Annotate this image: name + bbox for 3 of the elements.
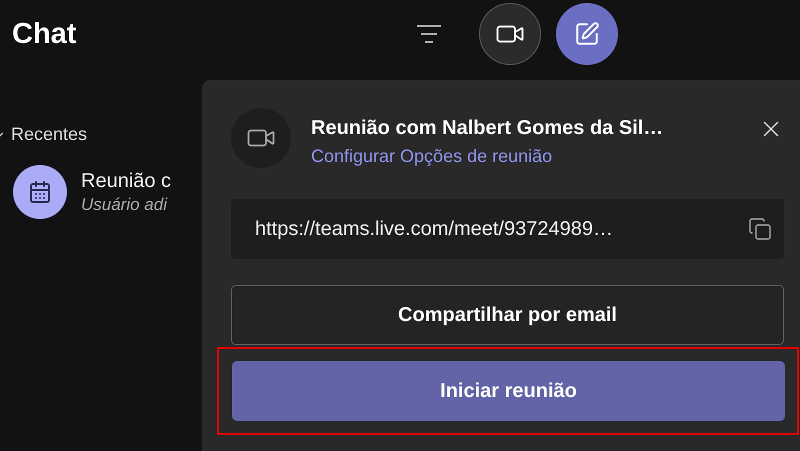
chat-preview: Usuário adi [81,194,168,214]
meeting-title: Reunião com Nalbert Gomes da Sil… [311,117,664,140]
page-title: Chat [12,18,78,50]
